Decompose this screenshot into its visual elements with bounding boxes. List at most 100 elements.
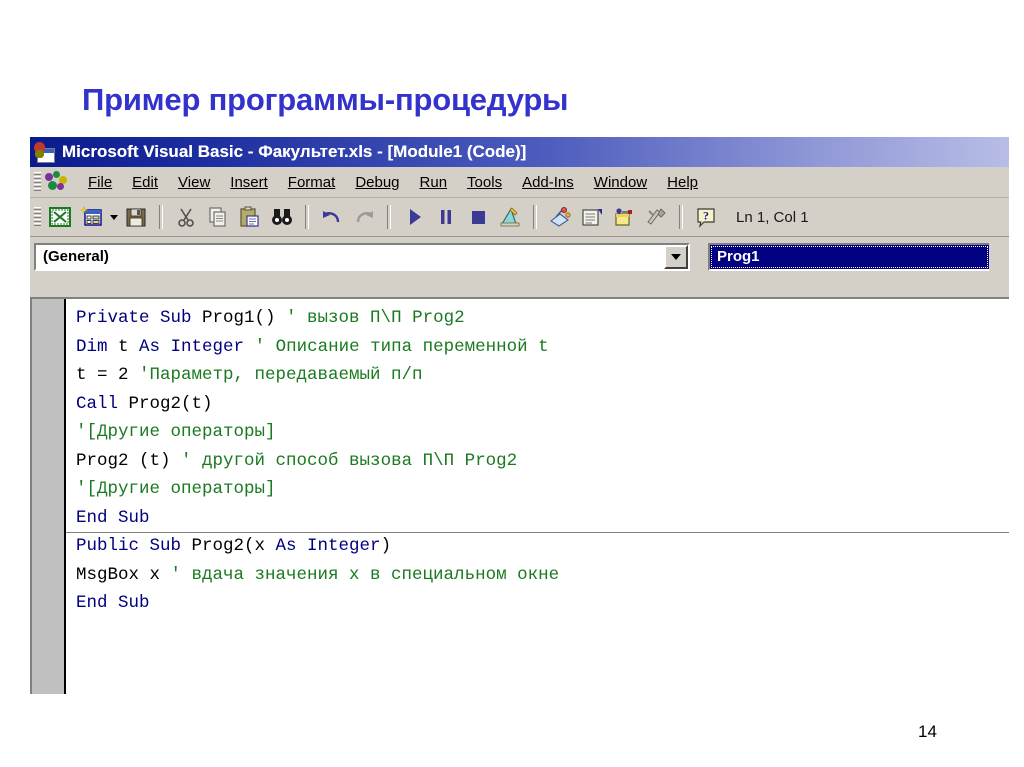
menubar-grip[interactable] [34,172,41,192]
toolbar-grip[interactable] [34,207,41,227]
code-line: '[Другие операторы] [76,418,1009,447]
menu-item-view-label: View [178,173,211,191]
code-token: Call [76,393,129,414]
save-icon[interactable] [122,203,150,231]
menu-bar: File Edit View Insert Format Debug Run T… [30,167,1009,198]
pause-icon[interactable] [432,203,460,231]
visual-basic-window: Microsoft Visual Basic - Факультет.xls -… [30,137,1009,694]
code-token: As Integer [275,536,381,556]
menu-item-add-ins[interactable]: Add-Ins [512,172,584,193]
cursor-position-indicator: Ln 1, Col 1 [736,208,809,226]
code-token: ' вдача значения x в специальном окне [170,564,560,585]
code-line: End Sub [76,589,1009,618]
menu-item-format[interactable]: Format [278,172,346,193]
help-icon[interactable]: ? [692,203,720,231]
code-token: As Integer [139,336,255,357]
stop-icon[interactable] [464,203,492,231]
menu-item-view[interactable]: View [168,172,220,193]
code-token: Prog1() [202,308,287,328]
code-token: ' Описание типа переменной t [254,336,549,357]
code-token: '[Другие операторы] [76,479,276,499]
menu-item-window-label: Window [593,173,648,191]
menu-item-window[interactable]: Window [584,172,657,193]
code-token: Prog2 (t) [76,450,182,471]
view-excel-icon[interactable] [46,203,74,231]
paste-icon[interactable] [236,203,264,231]
menu-item-insert[interactable]: Insert [220,172,278,193]
code-line: MsgBox x ' вдача значения x в специально… [76,561,1009,590]
vba-logo-icon [44,170,70,194]
code-margin-indicator-bar[interactable] [32,299,66,694]
cut-icon[interactable] [172,203,200,231]
menu-item-tools[interactable]: Tools [457,172,512,193]
page-title: Пример программы-процедуры [82,82,569,117]
code-token: t [118,336,140,357]
code-token: Prog2(x [191,536,276,556]
menu-item-help-label: Help [667,173,698,191]
menu-item-file-label: File [88,173,113,191]
insert-dropdown-icon[interactable] [108,204,120,230]
code-token: End Sub [76,507,150,528]
slide-page-number: 14 [918,722,937,741]
menu-item-edit-label: Edit [132,173,159,191]
code-line: Dim t As Integer ' Описание типа перемен… [76,333,1009,362]
find-icon[interactable] [268,203,296,231]
code-token: MsgBox x [76,564,171,585]
object-combo-value: (General) [43,248,109,265]
code-line: '[Другие операторы] [76,475,1009,504]
toolbar-separator [679,205,683,229]
menu-item-debug[interactable]: Debug [345,172,409,193]
procedure-combo[interactable]: Prog1 [708,242,989,271]
insert-userform-icon[interactable] [78,203,106,231]
menu-item-tools-label: Tools [467,173,503,191]
menu-item-run-label: Run [419,173,448,191]
code-token: ' вызов П\П Prog2 [286,308,465,328]
code-token: Public Sub [76,536,192,556]
standard-toolbar: ? Ln 1, Col 1 [30,198,1009,237]
menu-item-file[interactable]: File [78,172,122,193]
code-line: t = 2 'Параметр, передаваемый п/п [76,361,1009,390]
svg-text:?: ? [703,209,709,223]
code-token: ) [380,536,392,556]
redo-icon[interactable] [350,203,378,231]
code-token: ' другой способ вызова П\П Prog2 [181,450,518,471]
project-explorer-icon[interactable] [546,203,574,231]
code-token: End Sub [76,593,150,613]
run-icon[interactable] [400,203,428,231]
code-pane-combos: (General) Prog1 [30,237,1009,273]
code-token: Prog2(t) [128,393,213,414]
code-line: Prog2 (t) ' другой способ вызова П\П Pro… [76,447,1009,476]
object-combo[interactable]: (General) [34,242,690,271]
menu-item-help[interactable]: Help [657,172,708,193]
code-token: '[Другие операторы] [76,422,276,442]
menu-item-debug-label: Debug [355,173,400,191]
code-line: End Sub [76,504,1009,533]
window-titlebar: Microsoft Visual Basic - Факультет.xls -… [30,137,1009,167]
menu-item-format-label: Format [287,173,336,191]
undo-icon[interactable] [318,203,346,231]
code-text-area[interactable]: Private Sub Prog1() ' вызов П\П Prog2 Dim… [66,299,1009,694]
toolbar-separator [159,205,163,229]
copy-icon[interactable] [204,203,232,231]
design-mode-icon[interactable] [496,203,524,231]
procedure-separator [66,532,1009,533]
menu-item-add-ins-label: Add-Ins [522,173,574,191]
object-browser-icon[interactable] [610,203,638,231]
toolbar-separator [387,205,391,229]
slide: Пример программы-процедуры Microsoft Vis… [0,0,1024,767]
menu-item-run[interactable]: Run [410,172,458,193]
menu-item-edit[interactable]: Edit [122,172,168,193]
excel-vba-icon [34,141,56,163]
code-editor[interactable]: Private Sub Prog1() ' вызов П\П Prog2 Dim… [30,297,1009,694]
code-token: t = 2 [76,365,140,385]
chevron-down-icon[interactable] [664,244,688,269]
menu-item-insert-label: Insert [230,173,268,191]
procedure-combo-value: Prog1 [710,244,989,269]
code-line: Public Sub Prog2(x As Integer) [76,532,1009,561]
properties-window-icon[interactable] [578,203,606,231]
code-token: Dim [76,336,119,357]
code-line: Private Sub Prog1() ' вызов П\П Prog2 [76,304,1009,333]
code-token: 'Параметр, передаваемый п/п [139,365,423,385]
toolbox-icon[interactable] [642,203,670,231]
code-token: Private Sub [76,308,203,328]
